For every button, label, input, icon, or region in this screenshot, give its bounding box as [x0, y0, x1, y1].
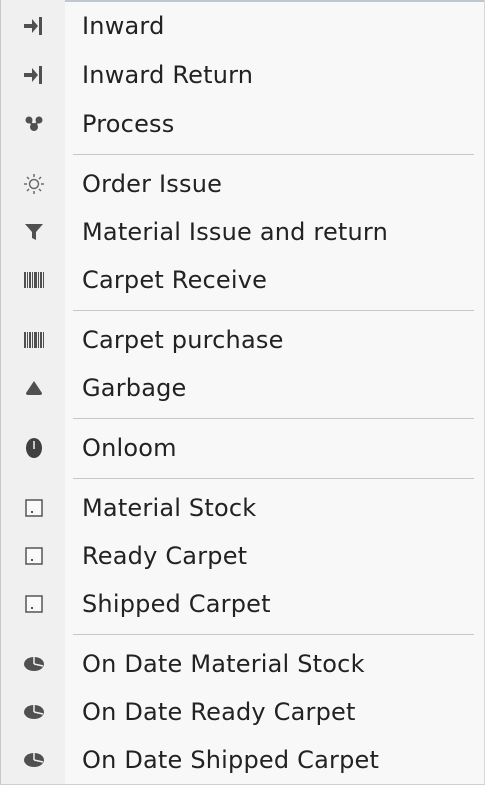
- menu-item-label: Order Issue: [82, 170, 223, 198]
- filter-icon: [22, 220, 46, 244]
- square-icon: [22, 496, 46, 520]
- pie-chart-icon: [22, 652, 46, 676]
- menu-item-label: Material Stock: [82, 494, 257, 522]
- menu-item-on-date-ready-carpet[interactable]: On Date Ready Carpet: [1, 688, 484, 736]
- menu-item-label: Inward: [82, 12, 165, 40]
- menu-separator: [73, 478, 474, 479]
- pie-chart-icon: [22, 700, 46, 724]
- square-icon: [22, 592, 46, 616]
- menu-item-ready-carpet[interactable]: Ready Carpet: [1, 532, 484, 580]
- menu-item-onloom[interactable]: Onloom: [1, 424, 484, 472]
- dropdown-menu: Inward Inward Return Process Order Issue…: [0, 0, 485, 785]
- square-icon: [22, 544, 46, 568]
- menu-item-material-issue-and-return[interactable]: Material Issue and return: [1, 208, 484, 256]
- menu-item-label: On Date Ready Carpet: [82, 698, 356, 726]
- menu-item-material-stock[interactable]: Material Stock: [1, 484, 484, 532]
- menu-item-process[interactable]: Process: [1, 100, 484, 148]
- barcode-icon: [22, 328, 46, 352]
- menu-item-label: Ready Carpet: [82, 542, 248, 570]
- menu-item-carpet-receive[interactable]: Carpet Receive: [1, 256, 484, 304]
- menu-item-label: On Date Shipped Carpet: [82, 746, 380, 774]
- menu-item-label: Material Issue and return: [82, 218, 388, 246]
- menu-separator: [73, 310, 474, 311]
- menu-item-label: Inward Return: [82, 61, 254, 89]
- menu-item-label: Carpet Receive: [82, 266, 268, 294]
- menu-item-label: Garbage: [82, 374, 187, 402]
- menu-separator: [73, 418, 474, 419]
- menu-item-label: Process: [82, 110, 175, 138]
- inward-arrow-icon: [22, 14, 46, 38]
- triangle-icon: [22, 376, 46, 400]
- menu-item-label: Shipped Carpet: [82, 590, 271, 618]
- menu-item-label: On Date Material Stock: [82, 650, 365, 678]
- menu-item-shipped-carpet[interactable]: Shipped Carpet: [1, 580, 484, 628]
- barcode-icon: [22, 268, 46, 292]
- pie-chart-icon: [22, 748, 46, 772]
- menu-item-label: Carpet purchase: [82, 326, 284, 354]
- inward-return-arrow-icon: [22, 63, 46, 87]
- menu-item-garbage[interactable]: Garbage: [1, 364, 484, 412]
- sun-icon: [22, 172, 46, 196]
- menu-item-on-date-shipped-carpet[interactable]: On Date Shipped Carpet: [1, 736, 484, 784]
- menu-item-label: Onloom: [82, 434, 177, 462]
- process-icon: [22, 112, 46, 136]
- menu-item-inward[interactable]: Inward: [1, 2, 484, 50]
- menu-separator: [73, 154, 474, 155]
- menu-item-order-issue[interactable]: Order Issue: [1, 160, 484, 208]
- menu-separator: [73, 634, 474, 635]
- circle-icon: [22, 436, 46, 460]
- menu-item-carpet-purchase[interactable]: Carpet purchase: [1, 316, 484, 364]
- menu-item-on-date-material-stock[interactable]: On Date Material Stock: [1, 640, 484, 688]
- menu-item-inward-return[interactable]: Inward Return: [1, 51, 484, 99]
